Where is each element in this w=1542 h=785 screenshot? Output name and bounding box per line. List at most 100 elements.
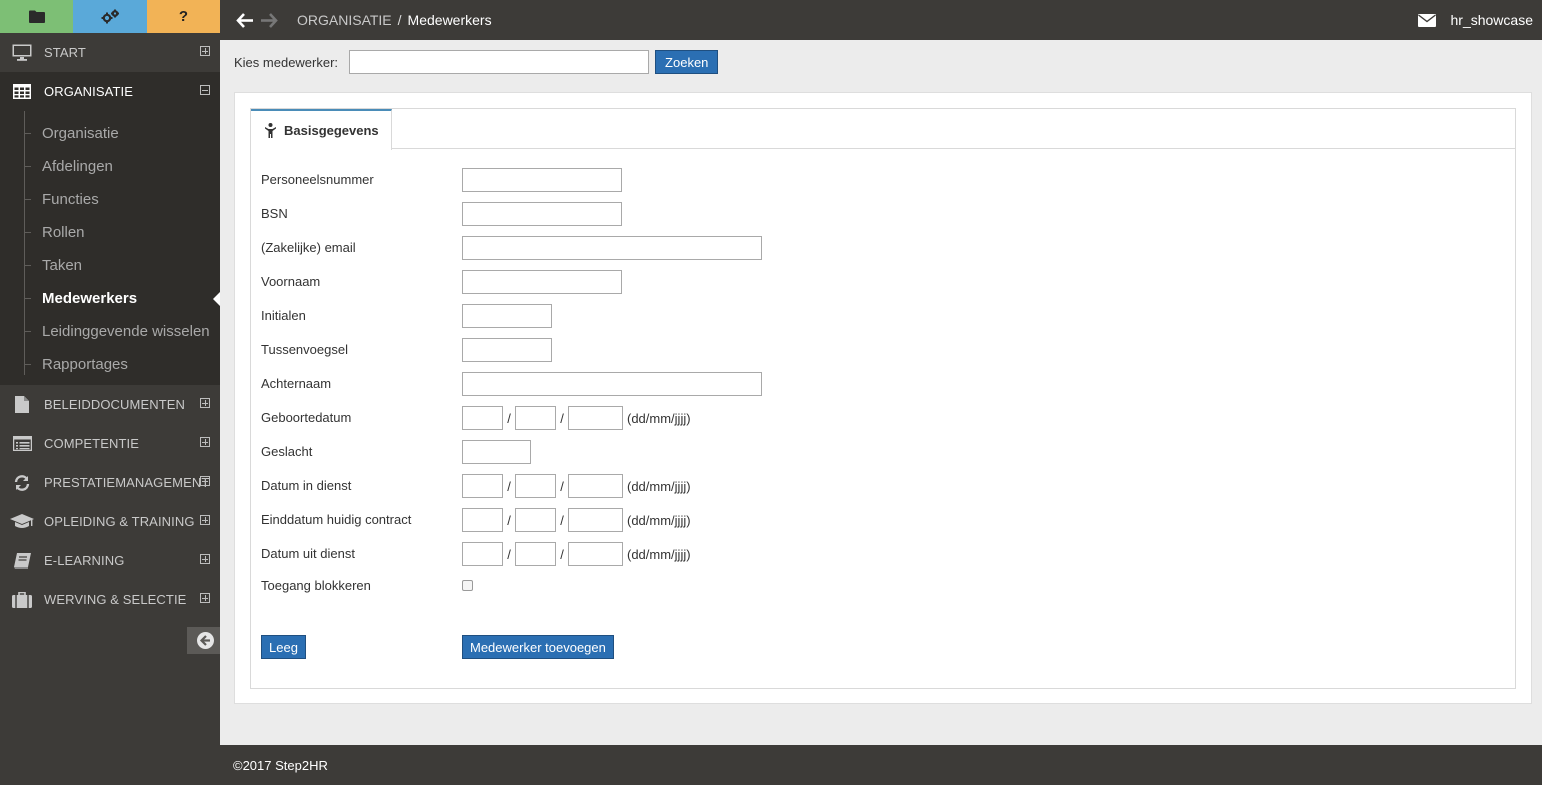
menu-section-prestatiemanagement[interactable]: PRESTATIEMANAGEMENT (0, 463, 220, 502)
breadcrumb-current: Medewerkers (407, 12, 492, 28)
expand-icon[interactable] (200, 46, 210, 56)
arrow-circle-left-icon (196, 632, 214, 649)
geslacht-select[interactable] (462, 440, 531, 464)
geboortedatum-month-input[interactable] (515, 406, 556, 430)
label-einddatum-contract: Einddatum huidig contract (261, 512, 412, 527)
expand-icon[interactable] (200, 398, 210, 408)
add-employee-button[interactable]: Medewerker toevoegen (462, 635, 614, 659)
achternaam-input[interactable] (462, 372, 762, 396)
folder-icon (28, 10, 45, 23)
datum-uit-dienst-year-input[interactable] (568, 542, 623, 566)
list-icon (0, 436, 44, 451)
sidebar-item-afdelingen[interactable]: Afdelingen (0, 150, 220, 183)
datum-uit-dienst-month-input[interactable] (515, 542, 556, 566)
datum-in-dienst-year-input[interactable] (568, 474, 623, 498)
collapse-icon[interactable] (200, 85, 210, 95)
label-tussenvoegsel: Tussenvoegsel (261, 342, 348, 357)
datum-uit-dienst-day-input[interactable] (462, 542, 503, 566)
menu-section-label: WERVING & SELECTIE (44, 592, 187, 607)
book-icon (0, 552, 44, 569)
einddatum-contract-date: / / (dd/mm/jjjj) (462, 508, 691, 532)
mail-icon[interactable] (1417, 13, 1436, 27)
sidebar-item-rapportages[interactable]: Rapportages (0, 348, 220, 381)
briefcase-icon (0, 591, 44, 608)
date-separator: / (560, 546, 564, 562)
employee-search: Kies medewerker: Zoeken (234, 50, 719, 74)
label-achternaam: Achternaam (261, 376, 332, 391)
datum-in-dienst-date: / / (dd/mm/jjjj) (462, 474, 691, 498)
date-separator: / (507, 410, 511, 426)
sidebar-item-leidinggevende-wisselen[interactable]: Leidinggevende wisselen (0, 315, 220, 348)
clear-button[interactable]: Leeg (261, 635, 306, 659)
organisatie-submenu: Organisatie Afdelingen Functies Rollen T… (0, 111, 220, 385)
geboortedatum-day-input[interactable] (462, 406, 503, 430)
expand-icon[interactable] (200, 437, 210, 447)
menu-section-opleiding-training[interactable]: OPLEIDING & TRAINING (0, 502, 220, 541)
footer: ©2017 Step2HR (220, 745, 1542, 785)
breadcrumb-parent[interactable]: ORGANISATIE (297, 12, 392, 28)
tab-bar: Basisgegevens (251, 109, 1515, 150)
menu-section-beleiddocumenten[interactable]: BELEIDDOCUMENTEN (0, 385, 220, 424)
sidebar-item-functies[interactable]: Functies (0, 183, 220, 216)
label-initialen: Initialen (261, 308, 306, 323)
form-panel: Basisgegevens Personeelsnummer BSN (Zake… (250, 108, 1516, 689)
tab-label: Basisgegevens (284, 123, 379, 138)
expand-icon[interactable] (200, 593, 210, 603)
expand-icon[interactable] (200, 554, 210, 564)
folder-tab[interactable] (0, 0, 73, 33)
email-input[interactable] (462, 236, 762, 260)
date-format-hint: (dd/mm/jjjj) (627, 546, 691, 562)
einddatum-month-input[interactable] (515, 508, 556, 532)
document-icon (0, 396, 44, 413)
label-toegang-blokkeren: Toegang blokkeren (261, 578, 371, 593)
date-separator: / (560, 512, 564, 528)
menu-section-label: START (44, 45, 86, 60)
date-separator: / (560, 478, 564, 494)
sidebar-item-rollen[interactable]: Rollen (0, 216, 220, 249)
label-geboortedatum: Geboortedatum (261, 410, 352, 425)
bsn-input[interactable] (462, 202, 622, 226)
toegang-blokkeren-checkbox[interactable] (462, 580, 473, 591)
menu-section-competentie[interactable]: COMPETENTIE (0, 424, 220, 463)
user-name[interactable]: hr_showcase (1451, 12, 1534, 28)
help-tab[interactable]: ? (147, 0, 220, 33)
menu-section-e-learning[interactable]: E-LEARNING (0, 541, 220, 580)
einddatum-year-input[interactable] (568, 508, 623, 532)
label-datum-uit-dienst: Datum uit dienst (261, 546, 355, 561)
label-email: (Zakelijke) email (261, 240, 356, 255)
datum-in-dienst-day-input[interactable] (462, 474, 503, 498)
sidebar-top-tabs: ? (0, 0, 220, 33)
menu-section-label: E-LEARNING (44, 553, 125, 568)
menu-section-label: BELEIDDOCUMENTEN (44, 397, 186, 412)
settings-tab[interactable] (73, 0, 147, 33)
initialen-input[interactable] (462, 304, 552, 328)
menu-section-label: ORGANISATIE (44, 84, 133, 99)
date-format-hint: (dd/mm/jjjj) (627, 478, 691, 494)
expand-icon[interactable] (200, 515, 210, 525)
person-icon (265, 123, 276, 138)
sidebar-item-medewerkers[interactable]: Medewerkers (0, 282, 220, 315)
geboortedatum-year-input[interactable] (568, 406, 623, 430)
personeelsnummer-input[interactable] (462, 168, 622, 192)
employee-search-input[interactable] (349, 50, 650, 74)
sidebar-item-taken[interactable]: Taken (0, 249, 220, 282)
datum-in-dienst-month-input[interactable] (515, 474, 556, 498)
breadcrumb: ORGANISATIE / Medewerkers (297, 12, 492, 28)
sidebar-item-organisatie[interactable]: Organisatie (0, 117, 220, 150)
date-separator: / (507, 478, 511, 494)
copyright: ©2017 Step2HR (233, 757, 328, 773)
search-button[interactable]: Zoeken (655, 50, 719, 74)
voornaam-input[interactable] (462, 270, 622, 294)
forward-arrow-icon[interactable] (261, 12, 278, 28)
label-personeelsnummer: Personeelsnummer (261, 172, 374, 187)
tussenvoegsel-input[interactable] (462, 338, 552, 362)
menu-section-organisatie[interactable]: ORGANISATIE (0, 72, 220, 111)
date-separator: / (507, 512, 511, 528)
back-arrow-icon[interactable] (236, 12, 253, 28)
tab-basisgegevens[interactable]: Basisgegevens (251, 109, 392, 150)
menu-section-werving-selectie[interactable]: WERVING & SELECTIE (0, 580, 220, 619)
einddatum-day-input[interactable] (462, 508, 503, 532)
expand-icon[interactable] (200, 476, 210, 486)
collapse-sidebar-button[interactable] (187, 627, 223, 654)
menu-section-start[interactable]: START (0, 33, 220, 72)
